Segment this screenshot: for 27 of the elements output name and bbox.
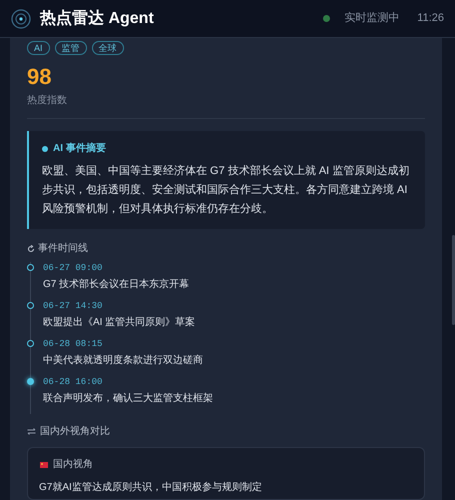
- event-text: 联合声明发布，确认三大监管支柱框架: [43, 392, 214, 406]
- tag-chip: 监管: [54, 41, 87, 55]
- event-text: 中美代表就透明度条款进行双边磋商: [43, 354, 204, 368]
- score-label: 热度指数: [27, 94, 68, 108]
- event-time: 06-28 08:15: [43, 338, 104, 350]
- tag-chip: AI: [27, 41, 50, 55]
- event-time: 06-27 09:00: [43, 262, 104, 274]
- event-text: G7 技术部长会议在日本东京开幕: [43, 278, 190, 292]
- event-time: 06-28 16:00: [43, 376, 104, 388]
- app-title: 热点雷达 Agent: [40, 8, 154, 28]
- clock-time: 11:26: [417, 11, 444, 26]
- flag-icon: [40, 462, 48, 468]
- status-label: 实时监测中: [344, 10, 400, 26]
- section-title: 事件时间线: [38, 242, 88, 256]
- section-title: 国内外视角对比: [40, 424, 110, 439]
- radar-icon: [11, 8, 31, 28]
- scrollbar-thumb[interactable]: [452, 235, 455, 325]
- summary-text: 欧盟、美国、中国等主要经济体在 G7 技术部长会议上就 AI 监管原则达成初步共识，包括透明度、安全测试和国际合作三大支柱。各方同意建立跨境 AI 风险预警机制，但对具体执行标准仍存在分歧。: [42, 164, 410, 217]
- event-text: 欧盟提出《AI 监管共同原则》草案: [43, 316, 196, 330]
- swap-icon: [27, 428, 36, 435]
- event-time: 06-27 14:30: [43, 300, 104, 312]
- perspective-headline: G7就AI监管达成原则共识，中国积极参与规则制定: [39, 480, 263, 495]
- history-icon: [27, 244, 35, 252]
- tag-chip: 全球: [92, 41, 124, 55]
- summary-title: AI 事件摘要: [53, 141, 106, 156]
- perspective-label: 国内视角: [53, 458, 93, 472]
- heat-score: 98: [27, 63, 52, 91]
